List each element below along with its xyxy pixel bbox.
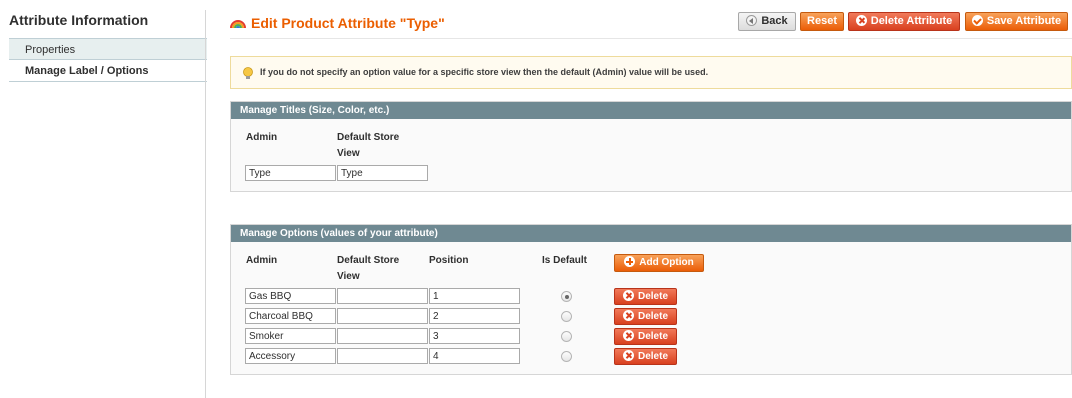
save-attribute-button[interactable]: Save Attribute — [965, 12, 1068, 31]
delete-icon — [622, 310, 634, 321]
lightbulb-icon — [243, 67, 253, 79]
reset-button-label: Reset — [807, 15, 837, 27]
save-attribute-label: Save Attribute — [986, 15, 1062, 27]
plus-icon — [624, 256, 636, 267]
title-admin-input[interactable] — [245, 165, 336, 181]
back-button[interactable]: Back — [738, 12, 796, 31]
option-admin-input[interactable] — [245, 288, 336, 304]
delete-option-button[interactable]: Delete — [614, 328, 677, 345]
option-store-input[interactable] — [337, 348, 428, 364]
delete-attribute-button[interactable]: Delete Attribute — [848, 12, 960, 31]
title-store-input[interactable] — [337, 165, 428, 181]
titles-col-admin: Admin — [246, 132, 278, 143]
rainbow-icon — [230, 20, 246, 29]
options-col-store-line1: Default Store — [337, 255, 400, 266]
notice-message: If you do not specify an option value fo… — [230, 56, 1072, 89]
back-arrow-icon — [746, 15, 758, 26]
manage-options-heading: Manage Options (values of your attribute… — [231, 225, 1071, 242]
option-store-input[interactable] — [337, 328, 428, 344]
sidebar-tabs: Properties Manage Label / Options — [9, 38, 207, 82]
page-title: Edit Product Attribute "Type" — [251, 15, 445, 31]
delete-option-button[interactable]: Delete — [614, 348, 677, 365]
manage-titles-section: Manage Titles (Size, Color, etc.) Admin … — [230, 101, 1072, 192]
option-position-input[interactable] — [429, 348, 520, 364]
header-divider — [230, 38, 1072, 39]
add-option-label: Add Option — [639, 257, 694, 268]
option-store-input[interactable] — [337, 308, 428, 324]
delete-icon — [622, 350, 634, 361]
option-admin-input[interactable] — [245, 348, 336, 364]
option-position-input[interactable] — [429, 288, 520, 304]
add-option-button[interactable]: Add Option — [614, 254, 704, 272]
options-col-store-line2: View — [337, 271, 360, 282]
delete-icon — [622, 290, 634, 301]
manage-options-section: Manage Options (values of your attribute… — [230, 224, 1072, 375]
option-admin-input[interactable] — [245, 328, 336, 344]
option-admin-input[interactable] — [245, 308, 336, 324]
delete-attribute-label: Delete Attribute — [870, 15, 953, 27]
option-store-input[interactable] — [337, 288, 428, 304]
delete-option-label: Delete — [637, 311, 668, 322]
delete-option-button[interactable]: Delete — [614, 288, 677, 305]
sidebar-item-properties[interactable]: Properties — [9, 38, 207, 60]
option-default-radio[interactable] — [561, 351, 572, 362]
delete-option-label: Delete — [637, 351, 668, 362]
sidebar: Attribute Information Properties Manage … — [0, 0, 208, 398]
option-default-radio[interactable] — [561, 291, 572, 302]
reset-button[interactable]: Reset — [800, 12, 844, 31]
sidebar-item-manage-label-options[interactable]: Manage Label / Options — [9, 60, 207, 82]
sidebar-divider — [205, 10, 206, 398]
titles-col-store-line1: Default Store — [337, 132, 400, 143]
notice-text: If you do not specify an option value fo… — [260, 67, 709, 77]
options-col-position: Position — [429, 255, 469, 266]
delete-option-label: Delete — [637, 331, 668, 342]
delete-icon — [855, 15, 867, 26]
checkmark-icon — [971, 15, 983, 26]
options-col-is-default: Is Default — [542, 255, 588, 266]
delete-icon — [622, 330, 634, 341]
option-position-input[interactable] — [429, 308, 520, 324]
option-default-radio[interactable] — [561, 311, 572, 322]
options-col-admin: Admin — [246, 255, 278, 266]
option-position-input[interactable] — [429, 328, 520, 344]
delete-option-label: Delete — [637, 291, 668, 302]
titles-col-store-line2: View — [337, 148, 360, 159]
sidebar-title: Attribute Information — [9, 12, 149, 28]
delete-option-button[interactable]: Delete — [614, 308, 677, 325]
manage-titles-heading: Manage Titles (Size, Color, etc.) — [231, 102, 1071, 119]
option-default-radio[interactable] — [561, 331, 572, 342]
back-button-label: Back — [761, 15, 788, 27]
